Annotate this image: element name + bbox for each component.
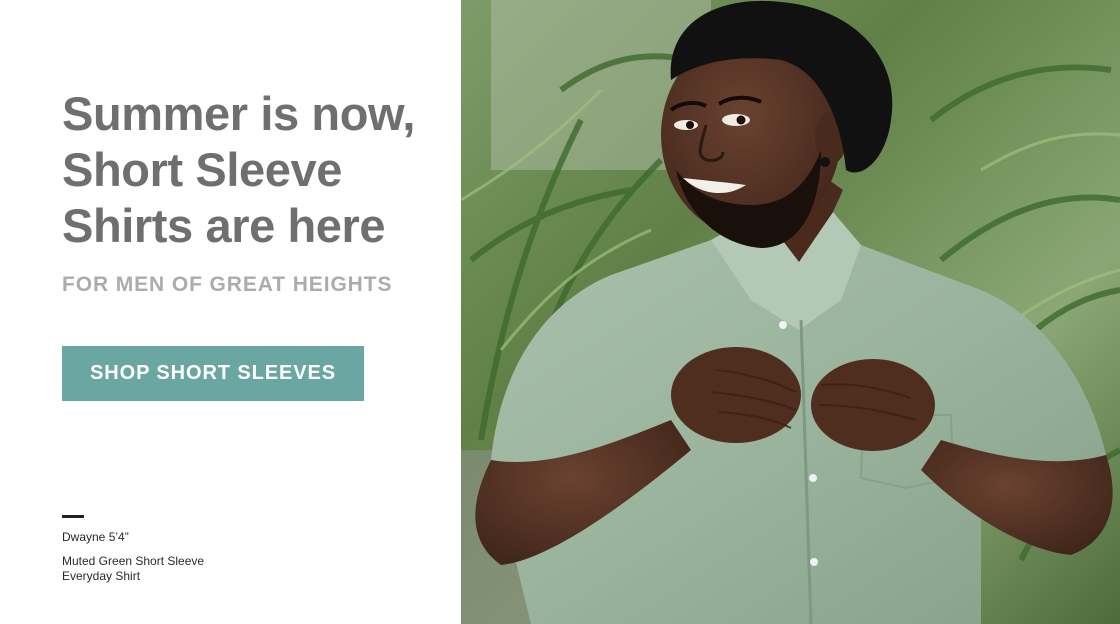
hero-photo (461, 0, 1120, 624)
shirt-button (809, 474, 817, 482)
model-caption: Dwayne 5’4” (62, 530, 129, 544)
left-pupil (686, 121, 694, 129)
promo-headline: Summer is now, Short Sleeve Shirts are h… (62, 86, 442, 254)
product-caption: Muted Green Short Sleeve Everyday Shirt (62, 554, 262, 584)
shirt-button (810, 558, 818, 566)
right-eye (722, 114, 750, 126)
earring (820, 157, 830, 167)
promo-panel: Summer is now, Short Sleeve Shirts are h… (0, 0, 461, 624)
headline-line-3: Shirts are here (62, 199, 386, 252)
headline-line-2: Short Sleeve (62, 143, 342, 196)
right-pupil (736, 115, 746, 125)
product-caption-line-2: Everyday Shirt (62, 569, 141, 583)
shop-short-sleeves-button[interactable]: SHOP SHORT SLEEVES (62, 346, 364, 401)
headline-line-1: Summer is now, (62, 87, 416, 140)
shirt-button (779, 321, 787, 329)
model-photo-illustration (461, 0, 1120, 624)
caption-divider (62, 515, 84, 518)
product-caption-line-1: Muted Green Short Sleeve (62, 554, 205, 568)
promo-subheadline: FOR MEN OF GREAT HEIGHTS (62, 273, 393, 296)
